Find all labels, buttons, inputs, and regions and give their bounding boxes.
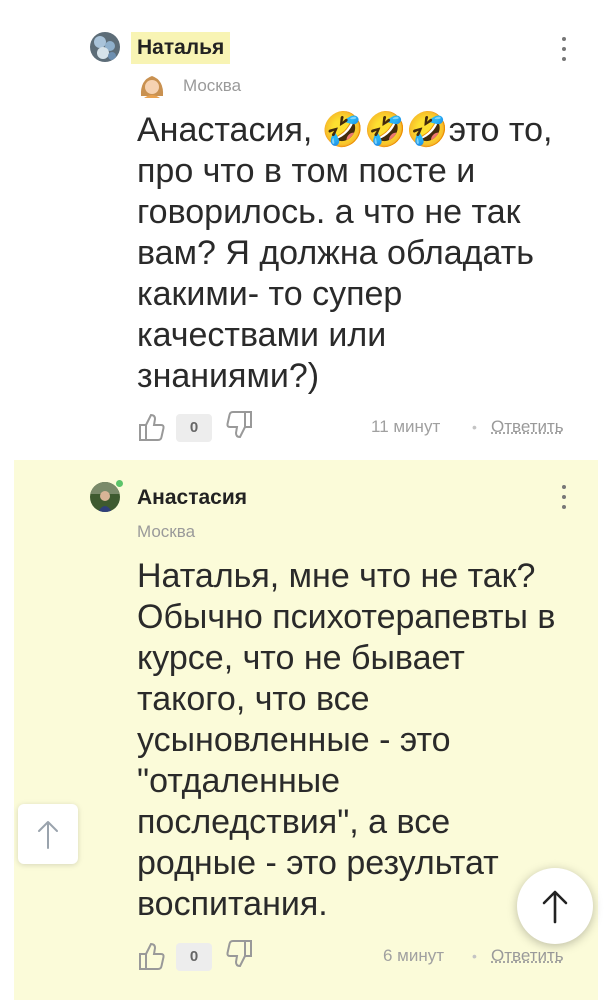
separator-dot: • <box>472 948 477 964</box>
more-options-icon[interactable] <box>556 34 572 64</box>
like-count: 0 <box>176 414 212 442</box>
author-city: Москва <box>137 522 196 541</box>
like-icon[interactable] <box>137 940 167 972</box>
reply-button[interactable]: Ответить <box>491 417 564 437</box>
dislike-icon[interactable] <box>224 409 254 441</box>
separator-dot: • <box>472 419 477 435</box>
dislike-icon[interactable] <box>224 938 254 970</box>
online-indicator <box>115 479 124 488</box>
author-name[interactable]: Анастасия <box>137 486 247 510</box>
comment: Наталья Москва Анастасия, 🤣🤣🤣это то, про… <box>0 0 610 455</box>
comment-time: 6 минут <box>383 946 445 965</box>
like-count: 0 <box>176 943 212 971</box>
arrow-up-icon <box>38 821 58 849</box>
author-city: Москва <box>183 76 242 95</box>
comment-text: Анастасия, 🤣🤣🤣это то, про что в том пост… <box>137 111 553 395</box>
like-icon[interactable] <box>137 411 167 443</box>
author-name[interactable]: Наталья <box>131 32 231 64</box>
reply-button[interactable]: Ответить <box>491 946 564 966</box>
comment-time: 11 минут <box>371 417 441 436</box>
more-options-icon[interactable] <box>556 482 572 512</box>
arrow-up-icon <box>542 890 568 924</box>
city-avatar <box>137 70 167 100</box>
scroll-to-top-button[interactable] <box>18 804 78 864</box>
comment-highlighted: Анастасия Москва Наталья, мне что не так… <box>14 460 598 1000</box>
author-avatar[interactable] <box>90 32 120 62</box>
scroll-to-top-fab[interactable] <box>517 868 593 944</box>
